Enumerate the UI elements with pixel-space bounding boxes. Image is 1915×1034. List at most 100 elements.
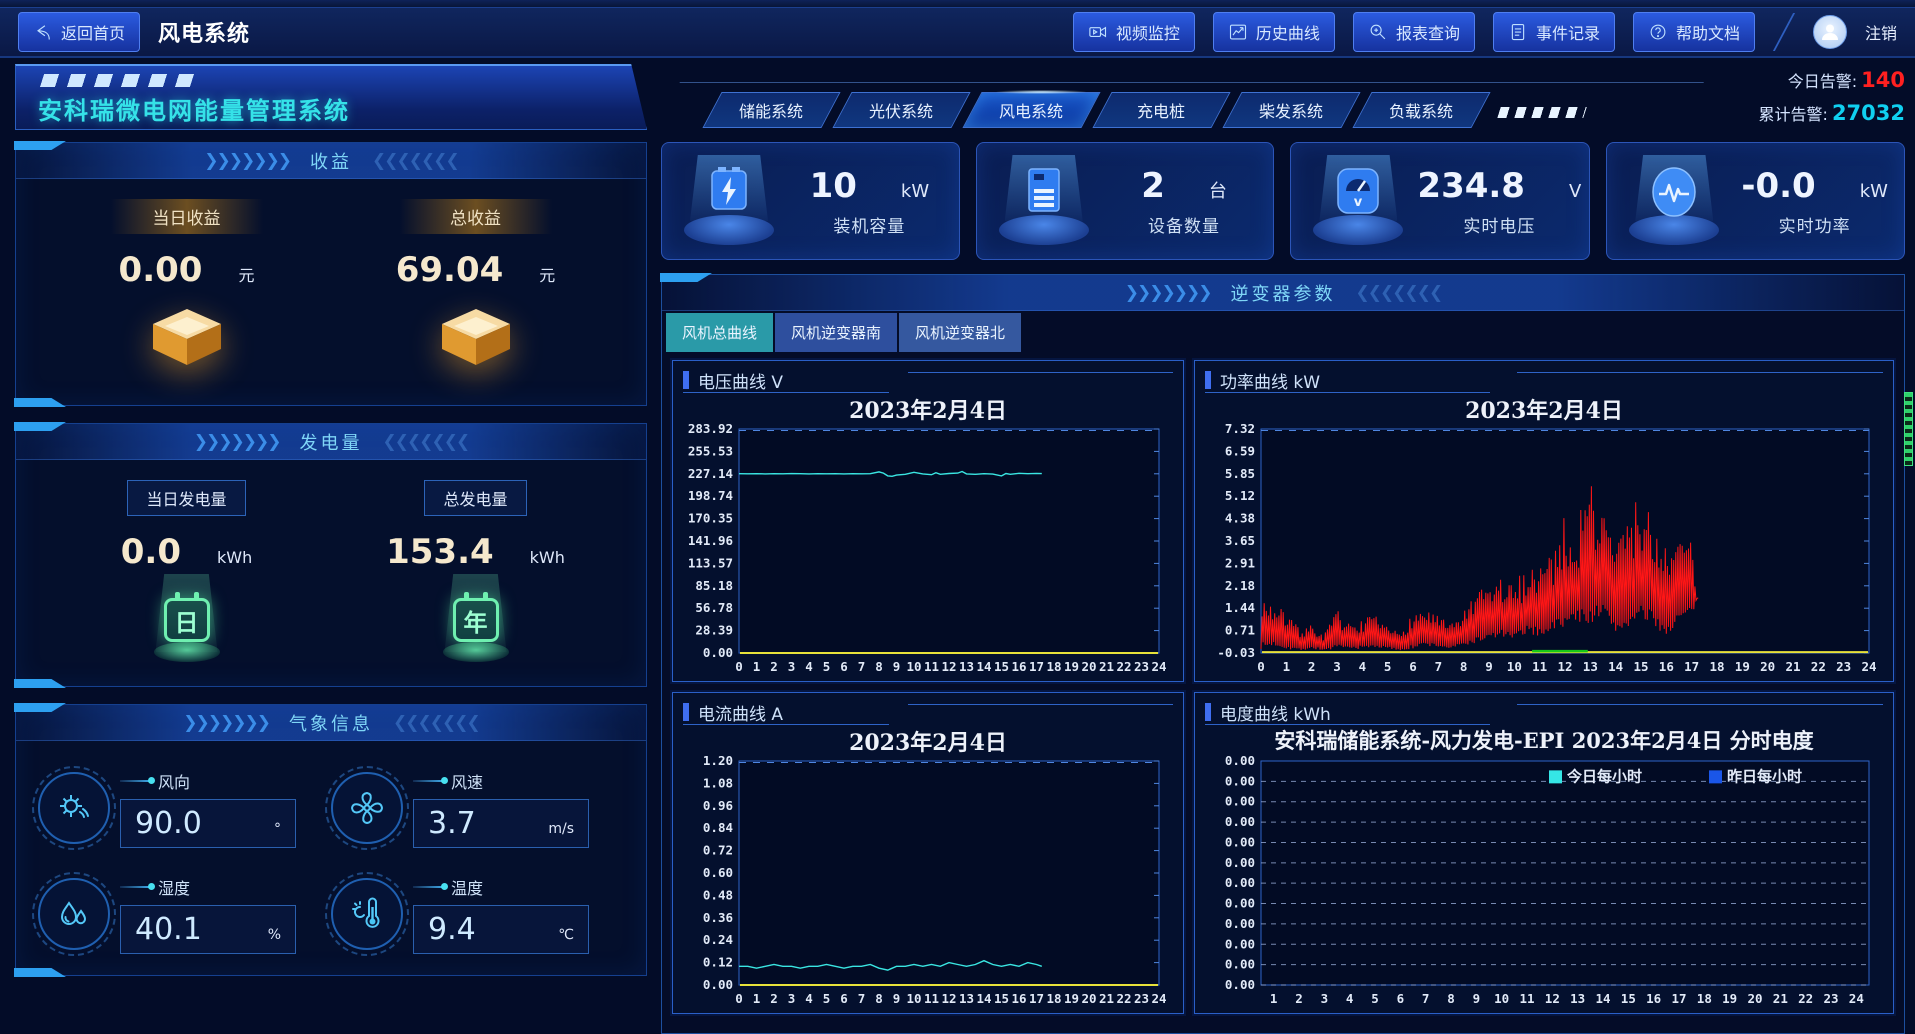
event-record-label: 事件记录: [1536, 20, 1600, 44]
svg-text:16: 16: [1011, 991, 1026, 1006]
tab-label: 柴发系统: [1259, 98, 1323, 122]
svg-text:0.00: 0.00: [1225, 855, 1255, 870]
inverter-panel-title: 逆变器参数: [1231, 280, 1336, 306]
svg-text:11: 11: [1519, 991, 1534, 1006]
svg-text:4: 4: [805, 991, 813, 1006]
svg-text:5: 5: [823, 659, 831, 674]
current-chart-title: 电流曲线 A: [698, 700, 783, 725]
svg-text:0.00: 0.00: [1225, 755, 1255, 768]
energy-chart-heading: 安科瑞储能系统-风力发电-EPI 2023年2月4日 分时电度: [1205, 725, 1883, 755]
logout-button[interactable]: 注销: [1865, 20, 1897, 44]
svg-text:0.00: 0.00: [1225, 936, 1255, 951]
day-calendar-icon: 日: [148, 572, 226, 668]
svg-text:1: 1: [753, 659, 761, 674]
brand-panel: 安科瑞微电网能量管理系统: [15, 64, 647, 130]
svg-text:19: 19: [1064, 991, 1079, 1006]
tab-charging-pile[interactable]: 充电桩: [1092, 92, 1230, 128]
svg-text:23: 23: [1823, 991, 1838, 1006]
device-count-value: 2: [1141, 166, 1165, 206]
svg-text:19: 19: [1735, 659, 1750, 674]
system-tab-band: 储能系统 光伏系统 风电系统 充电桩 柴发系统 负载系统: [655, 64, 1719, 130]
title-bar-icon: [683, 371, 689, 389]
svg-text:16: 16: [1011, 659, 1026, 674]
svg-text:23: 23: [1836, 659, 1851, 674]
back-home-button[interactable]: 返回首页: [18, 12, 140, 52]
alarm-today-label: 今日告警:: [1788, 72, 1857, 91]
realtime-power-unit: kW: [1860, 181, 1888, 202]
svg-text:17: 17: [1671, 991, 1686, 1006]
svg-text:0: 0: [1257, 659, 1265, 674]
svg-text:24: 24: [1849, 991, 1864, 1006]
current-chart-date: 2023年2月4日: [683, 725, 1173, 755]
charts-grid: 电压曲线 V 2023年2月4日 283.92255.53227.14198.7…: [662, 352, 1904, 1024]
voltage-chart-card: 电压曲线 V 2023年2月4日 283.92255.53227.14198.7…: [672, 360, 1184, 682]
tab-label: 负载系统: [1389, 98, 1453, 122]
total-generation-cell: 总发电量 153.4kWh 年: [331, 472, 620, 668]
temperature-item: 温度 9.4℃: [331, 861, 624, 967]
chevrons-left-icon: [393, 713, 479, 733]
svg-text:1.44: 1.44: [1225, 600, 1255, 615]
tab-energy-storage[interactable]: 储能系统: [702, 92, 840, 128]
user-avatar[interactable]: [1813, 15, 1847, 49]
svg-text:15: 15: [994, 991, 1009, 1006]
water-drops-icon: [38, 878, 110, 950]
brand-slashes-decoration: [40, 74, 194, 87]
svg-text:0.00: 0.00: [1225, 977, 1255, 992]
video-monitor-button[interactable]: 视频监控: [1073, 12, 1195, 52]
svg-text:56.78: 56.78: [695, 600, 733, 615]
pedestal: [985, 151, 1103, 251]
svg-text:20: 20: [1081, 659, 1096, 674]
tab-fan-inverter-south[interactable]: 风机逆变器南: [775, 313, 897, 352]
svg-text:8: 8: [875, 991, 883, 1006]
tab-diesel-generator[interactable]: 柴发系统: [1222, 92, 1360, 128]
tab-fan-inverter-north[interactable]: 风机逆变器北: [899, 313, 1021, 352]
wind-direction-value: 90.0: [135, 806, 202, 841]
daily-revenue-cell: 当日收益 0.00元: [42, 191, 331, 386]
humidity-value: 40.1: [135, 912, 202, 947]
svg-text:2: 2: [1308, 659, 1316, 674]
gold-box-icon: [430, 290, 522, 386]
wind-direction-value-box: 90.0°: [120, 799, 296, 848]
svg-text:0.00: 0.00: [703, 645, 733, 660]
device-count-card: 2台 设备数量: [976, 142, 1275, 260]
help-docs-button[interactable]: 帮助文档: [1633, 12, 1755, 52]
scrollbar-thumb[interactable]: [1904, 392, 1913, 466]
back-arrow-icon: [33, 22, 53, 42]
revenue-panel: 收益 当日收益 0.00元 总收益 69.04元: [15, 142, 647, 406]
svg-text:10: 10: [906, 659, 921, 674]
tab-fan-total-curve[interactable]: 风机总曲线: [666, 313, 773, 352]
svg-text:14: 14: [1595, 991, 1610, 1006]
history-curve-button[interactable]: 历史曲线: [1213, 12, 1335, 52]
svg-text:13: 13: [1570, 991, 1585, 1006]
svg-text:0.00: 0.00: [1225, 834, 1255, 849]
tab-load-system[interactable]: 负载系统: [1352, 92, 1490, 128]
svg-text:22: 22: [1116, 991, 1131, 1006]
inverter-tabs: 风机总曲线 风机逆变器南 风机逆变器北: [662, 311, 1904, 352]
energy-chart-title: 电度曲线 kWh: [1220, 700, 1331, 725]
svg-text:1.08: 1.08: [703, 775, 733, 790]
svg-text:5.85: 5.85: [1225, 466, 1255, 481]
brand-title: 安科瑞微电网能量管理系统: [38, 91, 632, 126]
pedestal: v: [1299, 151, 1417, 251]
svg-text:8: 8: [1447, 991, 1455, 1006]
tab-photovoltaic[interactable]: 光伏系统: [832, 92, 970, 128]
svg-text:170.35: 170.35: [688, 511, 733, 526]
svg-text:0.60: 0.60: [703, 865, 733, 880]
realtime-power-label: 实时功率: [1779, 212, 1851, 237]
svg-text:11: 11: [924, 991, 939, 1006]
svg-text:0.00: 0.00: [1225, 794, 1255, 809]
svg-text:22: 22: [1798, 991, 1813, 1006]
inverter-panel-header: 逆变器参数: [662, 275, 1904, 311]
svg-text:14: 14: [976, 991, 991, 1006]
svg-text:2: 2: [770, 991, 778, 1006]
wind-direction-item: 风向 90.0°: [38, 755, 331, 861]
right-column: 10kW 装机容量 2台 设备数量 v 234.8V 实时: [661, 142, 1905, 1034]
event-record-button[interactable]: 事件记录: [1493, 12, 1615, 52]
svg-text:0.12: 0.12: [703, 955, 733, 970]
tab-wind-power[interactable]: 风电系统: [962, 92, 1100, 128]
humidity-item: 湿度 40.1%: [38, 861, 331, 967]
svg-text:7: 7: [1435, 659, 1443, 674]
left-column: 收益 当日收益 0.00元 总收益 69.04元: [15, 142, 647, 1034]
report-query-button[interactable]: 报表查询: [1353, 12, 1475, 52]
svg-text:13: 13: [1583, 659, 1598, 674]
